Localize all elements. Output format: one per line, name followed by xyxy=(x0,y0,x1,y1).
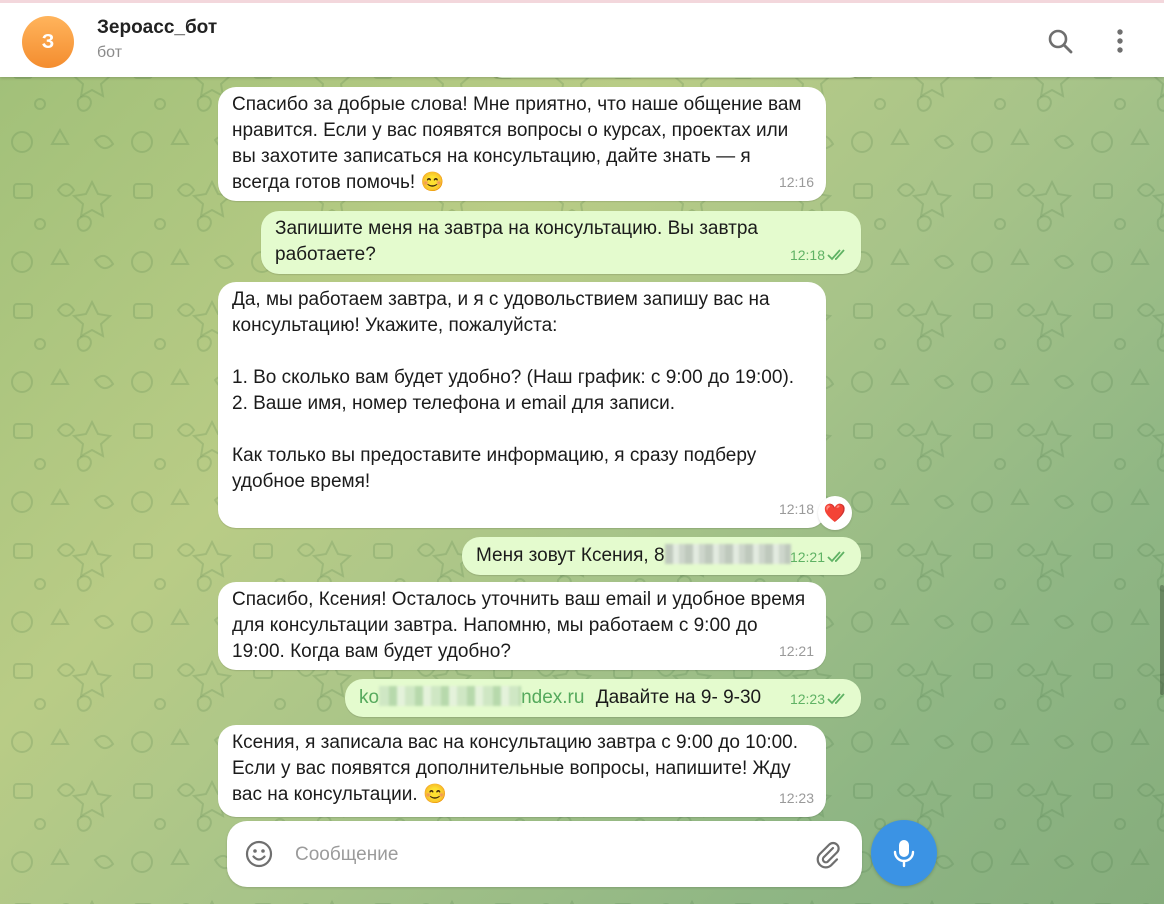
message-text: Давайте на 9- 9-30 xyxy=(595,687,762,708)
message-text: Да, мы работаем завтра, и я с удовольств… xyxy=(232,289,795,492)
message-text: Запишите меня на завтра на консультацию.… xyxy=(275,218,764,265)
message-outgoing[interactable]: Меня зовут Ксения, 8 12:21 xyxy=(462,537,861,575)
message-outgoing[interactable]: ko ndex.ru Давайте на 9- 9-30 12:23 xyxy=(345,679,861,717)
message-time: 12:23 xyxy=(778,790,814,806)
paperclip-icon xyxy=(816,841,840,869)
scrollbar-thumb[interactable] xyxy=(1160,585,1164,695)
redacted-phone xyxy=(664,544,791,564)
double-check-icon xyxy=(827,693,845,705)
heart-reaction-icon: ❤️ xyxy=(823,502,847,523)
message-incoming[interactable]: Ксения, я записала вас на консультацию з… xyxy=(218,725,826,817)
search-button[interactable] xyxy=(1044,25,1076,57)
message-outgoing[interactable]: Запишите меня на завтра на консультацию.… xyxy=(261,211,861,274)
message-incoming[interactable]: Спасибо за добрые слова! Мне приятно, чт… xyxy=(218,87,826,201)
email-link-suffix[interactable]: ndex.ru xyxy=(521,687,584,708)
chat-header: З Зероасс_бот бот xyxy=(0,0,1164,77)
message-text: Спасибо, Ксения! Осталось уточнить ваш e… xyxy=(232,589,811,662)
more-button[interactable] xyxy=(1104,25,1136,57)
message-text: Меня зовут Ксения, 8 xyxy=(476,545,665,566)
emoji-button[interactable] xyxy=(245,840,273,868)
avatar[interactable]: З xyxy=(22,16,74,68)
avatar-letter: З xyxy=(41,30,55,53)
message-time: 12:18 xyxy=(789,247,825,263)
message-composer xyxy=(227,821,862,887)
microphone-button[interactable] xyxy=(871,820,937,886)
chat-subtitle: бот xyxy=(97,44,123,61)
message-time: 12:16 xyxy=(778,174,814,190)
redacted-email xyxy=(379,686,522,706)
more-vertical-icon xyxy=(1117,29,1123,53)
message-time: 12:21 xyxy=(778,643,814,659)
message-time: 12:23 xyxy=(789,691,825,707)
chat-title[interactable]: Зероасс_бот xyxy=(97,17,217,39)
message-time: 12:21 xyxy=(789,549,825,565)
double-check-icon xyxy=(827,551,845,563)
message-text: Спасибо за добрые слова! Мне приятно, чт… xyxy=(232,94,807,193)
message-time: 12:18 xyxy=(778,501,814,517)
message-text: Ксения, я записала вас на консультацию з… xyxy=(232,732,804,805)
double-check-icon xyxy=(827,249,845,261)
message-input[interactable] xyxy=(293,837,797,873)
search-icon xyxy=(1048,29,1073,54)
attach-button[interactable] xyxy=(813,839,843,869)
email-link[interactable]: ko xyxy=(359,687,379,708)
reaction-badge[interactable]: ❤️ xyxy=(818,496,852,530)
message-incoming[interactable]: Да, мы работаем завтра, и я с удовольств… xyxy=(218,282,826,528)
microphone-icon xyxy=(893,840,915,868)
emoji-icon xyxy=(245,840,273,868)
message-incoming[interactable]: Спасибо, Ксения! Осталось уточнить ваш e… xyxy=(218,582,826,670)
